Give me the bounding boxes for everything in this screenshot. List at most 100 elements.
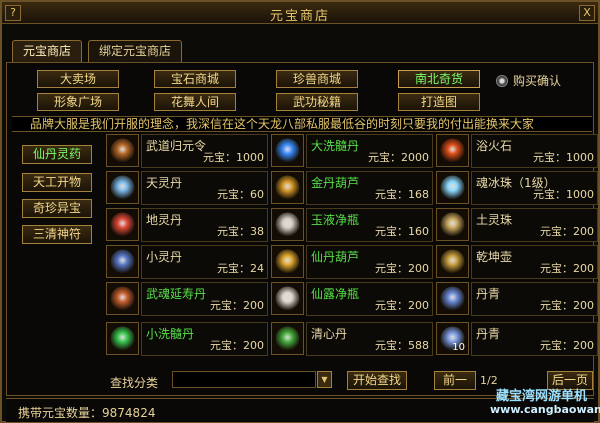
shop-item[interactable]: 小洗髓丹 元宝：200 bbox=[106, 322, 268, 356]
shop-item[interactable]: 10 丹青 元宝：200 bbox=[436, 322, 598, 356]
prev-page-button[interactable]: 前一 bbox=[434, 371, 476, 390]
item-price: 元宝：200 bbox=[540, 297, 594, 313]
sidebar-item-talismans[interactable]: 三清神符 bbox=[22, 225, 92, 244]
shop-item[interactable]: 武魂延寿丹 元宝：200 bbox=[106, 282, 268, 316]
vase-icon[interactable] bbox=[271, 282, 304, 315]
announcement-banner: 品牌大服是我们开服的理念，我深信在这个天龙八部私服最低谷的时刻只要我的付出能换来… bbox=[12, 116, 592, 132]
price-value: 588 bbox=[408, 339, 429, 352]
shop-item[interactable]: 小灵丹 元宝：24 bbox=[106, 245, 268, 279]
category-martial-manuals[interactable]: 武功秘籍 bbox=[276, 93, 358, 111]
category-north-south-goods[interactable]: 南北奇货 bbox=[398, 70, 480, 88]
item-name: 仙露净瓶 bbox=[311, 287, 360, 301]
item-name: 丹青 bbox=[476, 327, 501, 341]
shop-item[interactable]: 天灵丹 元宝：60 bbox=[106, 171, 268, 205]
price-value: 200 bbox=[408, 262, 429, 275]
item-info: 大洗髓丹 元宝：2000 bbox=[306, 134, 433, 168]
category-pet-mall[interactable]: 珍兽商城 bbox=[276, 70, 358, 88]
item-info: 小灵丹 元宝：24 bbox=[141, 245, 268, 279]
sidebar-item-elixirs[interactable]: 仙丹灵药 bbox=[22, 145, 92, 164]
search-category-input[interactable] bbox=[172, 371, 316, 388]
chevron-down-icon[interactable]: ▼ bbox=[317, 371, 332, 388]
item-price: 元宝：200 bbox=[375, 297, 429, 313]
currency-label: 元宝： bbox=[375, 188, 408, 201]
watermark-logo: 藏宝湾网游单机 www.cangbaowan.net bbox=[480, 385, 600, 421]
shop-item[interactable]: 魂冰珠（1级） 元宝：1000 bbox=[436, 171, 598, 205]
item-price: 元宝：200 bbox=[540, 223, 594, 239]
category-gem-mall[interactable]: 宝石商城 bbox=[154, 70, 236, 88]
shop-item[interactable]: 金丹葫芦元宝：168 bbox=[271, 171, 433, 205]
scroll-icon[interactable]: 10 bbox=[436, 322, 469, 355]
window-title: 元宝商店 bbox=[269, 9, 330, 24]
item-name: 天灵丹 bbox=[146, 176, 183, 190]
price-value: 200 bbox=[408, 299, 429, 312]
item-price: 元宝：1000 bbox=[533, 149, 594, 165]
tab-bound-yuanbao-shop[interactable]: 绑定元宝商店 bbox=[88, 40, 183, 62]
item-name: 金丹葫芦 bbox=[311, 176, 360, 190]
category-auction-hall[interactable]: 大卖场 bbox=[37, 70, 119, 88]
shop-item[interactable]: 乾坤壶 元宝：200 bbox=[436, 245, 598, 279]
shop-item[interactable]: 清心丹元宝：588 bbox=[271, 322, 433, 356]
earth-pearl-icon[interactable] bbox=[436, 208, 469, 241]
brown-statue-icon[interactable] bbox=[106, 134, 139, 167]
fire-stone-icon[interactable] bbox=[436, 134, 469, 167]
shop-item[interactable]: 武道归元令 元宝：1000 bbox=[106, 134, 268, 168]
shop-item[interactable]: 丹青 元宝：200 bbox=[436, 282, 598, 316]
item-name: 玉液净瓶 bbox=[311, 213, 360, 227]
shop-item[interactable]: 仙丹葫芦 元宝：200 bbox=[271, 245, 433, 279]
blue-orb-icon[interactable] bbox=[271, 134, 304, 167]
tab-yuanbao-shop[interactable]: 元宝商店 bbox=[12, 40, 83, 62]
item-info: 玉液净瓶 元宝：160 bbox=[306, 208, 433, 242]
item-price: 元宝：588 bbox=[375, 337, 429, 353]
pill-bowl-icon[interactable] bbox=[106, 282, 139, 315]
search-category-label: 查找分类 bbox=[110, 376, 159, 390]
currency-label: 元宝： bbox=[540, 225, 573, 238]
scroll-icon[interactable] bbox=[436, 282, 469, 315]
green-box-icon[interactable] bbox=[106, 322, 139, 355]
vase-icon[interactable] bbox=[271, 208, 304, 241]
currency-label: 元宝： bbox=[210, 299, 243, 312]
item-price: 元宝：168 bbox=[375, 186, 429, 202]
balance-label: 携带元宝数量： bbox=[18, 406, 103, 420]
shop-item[interactable]: 玉液净瓶 元宝：160 bbox=[271, 208, 433, 242]
teapot-icon[interactable] bbox=[436, 245, 469, 278]
item-name: 小洗髓丹 bbox=[146, 327, 195, 341]
currency-label: 元宝： bbox=[375, 339, 408, 352]
price-value: 1000 bbox=[566, 188, 594, 201]
crystal-ball-icon[interactable] bbox=[436, 171, 469, 204]
price-value: 60 bbox=[250, 188, 264, 201]
item-name: 仙丹葫芦 bbox=[311, 250, 360, 264]
category-image-plaza[interactable]: 形象广场 bbox=[37, 93, 119, 111]
category-crafting-recipes[interactable]: 打造图 bbox=[398, 93, 480, 111]
green-box-icon[interactable] bbox=[271, 322, 304, 355]
red-swirl-icon[interactable] bbox=[106, 208, 139, 241]
close-button[interactable]: X bbox=[579, 5, 595, 21]
shop-item[interactable]: 大洗髓丹 元宝：2000 bbox=[271, 134, 433, 168]
sidebar-item-treasures[interactable]: 奇珍异宝 bbox=[22, 199, 92, 218]
category-flower-dance[interactable]: 花舞人间 bbox=[154, 93, 236, 111]
item-info: 金丹葫芦元宝：168 bbox=[306, 171, 433, 205]
item-info: 丹青 元宝：200 bbox=[471, 322, 598, 356]
purchase-confirm-label: 购买确认 bbox=[513, 74, 562, 88]
purchase-confirm-toggle[interactable]: 购买确认 bbox=[496, 72, 561, 89]
start-search-button[interactable]: 开始查找 bbox=[347, 371, 407, 390]
shop-item[interactable]: 地灵丹 元宝：38 bbox=[106, 208, 268, 242]
gourd-icon[interactable] bbox=[271, 245, 304, 278]
gourd-icon[interactable] bbox=[271, 171, 304, 204]
price-value: 1000 bbox=[566, 151, 594, 164]
item-name: 乾坤壶 bbox=[476, 250, 513, 264]
shop-item[interactable]: 土灵珠 元宝：200 bbox=[436, 208, 598, 242]
shop-item[interactable]: 浴火石 元宝：1000 bbox=[436, 134, 598, 168]
currency-label: 元宝： bbox=[540, 299, 573, 312]
shop-tabs: 元宝商店 绑定元宝商店 bbox=[12, 40, 183, 62]
radio-icon[interactable] bbox=[496, 74, 508, 87]
currency-label: 元宝： bbox=[210, 339, 243, 352]
item-info: 浴火石 元宝：1000 bbox=[471, 134, 598, 168]
item-info: 仙露净瓶元宝：200 bbox=[306, 282, 433, 316]
item-name: 清心丹 bbox=[311, 327, 348, 341]
blue-swirl-icon[interactable] bbox=[106, 171, 139, 204]
shop-item[interactable]: 仙露净瓶元宝：200 bbox=[271, 282, 433, 316]
watermark-line2: www.cangbaowan.net bbox=[490, 403, 600, 416]
item-name: 武道归元令 bbox=[146, 139, 207, 153]
sidebar-item-crafting[interactable]: 天工开物 bbox=[22, 173, 92, 192]
dark-swirl-icon[interactable] bbox=[106, 245, 139, 278]
